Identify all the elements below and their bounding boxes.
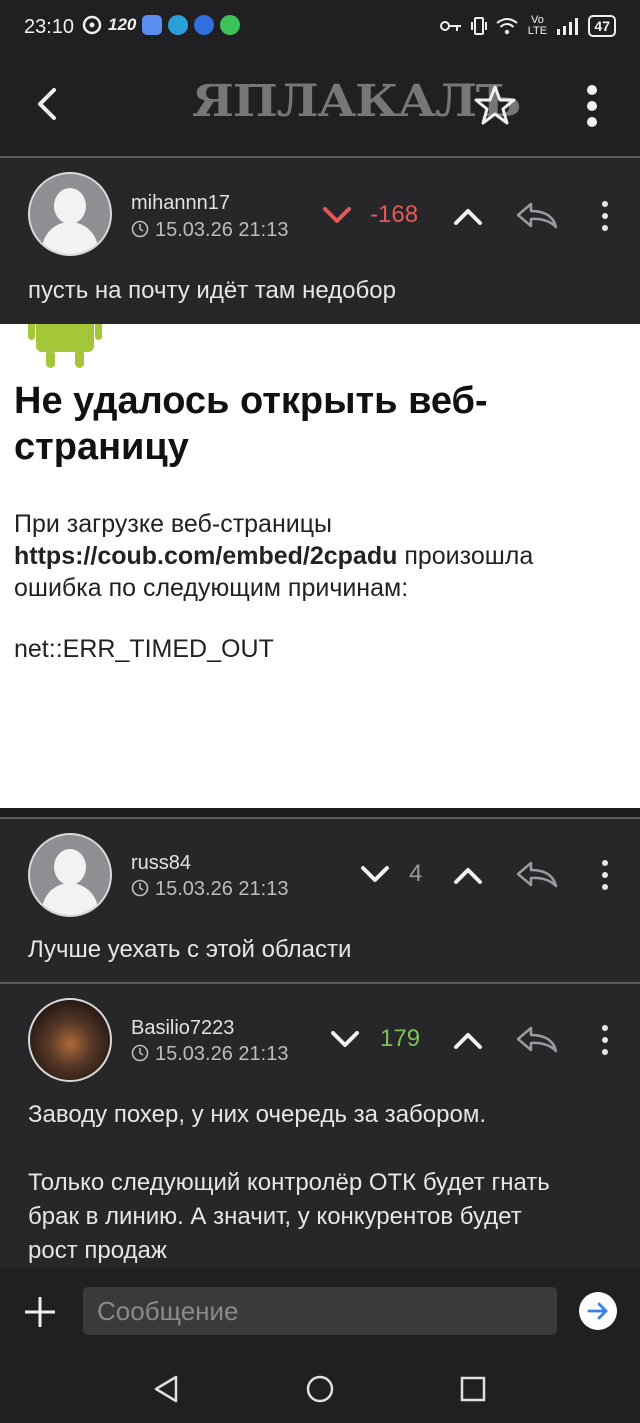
back-arrow-icon[interactable] (30, 84, 66, 124)
comment-timestamp: 15.03.26 21:13 (131, 1043, 288, 1066)
system-nav-bar (0, 1356, 640, 1423)
nav-home-icon[interactable] (305, 1374, 335, 1404)
comment-more-icon[interactable] (596, 1024, 614, 1056)
telegram-app-icon (168, 15, 189, 35)
nav-back-icon[interactable] (152, 1374, 180, 1404)
site-logo[interactable]: ЯПЛАКАЛЪ (192, 76, 521, 127)
more-vertical-icon[interactable] (580, 84, 604, 128)
messenger-app-icon (142, 15, 163, 35)
pinwheel-icon (82, 15, 102, 35)
comment-score: -168 (370, 201, 419, 228)
vote-up-icon[interactable] (453, 1030, 483, 1050)
comment-item: Basilio7223 15.03.26 21:13 179 Заводу по… (0, 984, 640, 1268)
wifi-icon (496, 18, 519, 35)
plus-icon[interactable] (22, 1294, 58, 1330)
avatar[interactable] (28, 833, 112, 917)
nav-recents-icon[interactable] (459, 1374, 487, 1404)
clock-icon (131, 220, 149, 238)
signal-icon (557, 18, 579, 35)
comment-more-icon[interactable] (596, 859, 614, 891)
app-toolbar: ЯПЛАКАЛЪ (0, 56, 640, 156)
error-url[interactable]: https://coub.com/embed/2cpadu (14, 542, 397, 570)
vibrate-icon (471, 17, 488, 35)
whatsapp-app-icon (220, 15, 241, 35)
status-right-icons: Vo LTE 47 (440, 15, 616, 37)
refresh-rate: 120 (108, 15, 137, 34)
message-input[interactable] (83, 1287, 557, 1335)
comment-score: 4 (409, 860, 423, 887)
send-button[interactable] (579, 1292, 617, 1330)
network-type: Vo LTE (527, 14, 548, 37)
message-composer (0, 1268, 640, 1356)
error-message: При загрузке веб-страницы https://coub.c… (14, 510, 534, 602)
comment-score: 179 (380, 1025, 421, 1052)
reply-icon[interactable] (515, 1024, 559, 1054)
android-icon (28, 324, 102, 368)
comment-text: Заводу похер, у них очередь за забором. … (28, 1101, 550, 1264)
embedded-webview: Не удалось открыть веб- страницу При заг… (0, 324, 640, 808)
comment-item: russ84 15.03.26 21:13 4 Лучше уехать с э… (0, 819, 640, 982)
bank-app-icon (194, 15, 215, 35)
key-icon (440, 21, 462, 31)
vote-down-icon[interactable] (322, 206, 352, 226)
clock-icon (131, 1044, 149, 1062)
vote-up-icon[interactable] (453, 865, 483, 885)
comment-username[interactable]: russ84 (131, 852, 191, 875)
avatar[interactable] (28, 172, 112, 256)
send-arrow-icon (587, 1302, 608, 1320)
comment-timestamp: 15.03.26 21:13 (131, 219, 288, 242)
comment-item: mihannn17 15.03.26 21:13 -168 пусть на п… (0, 158, 640, 324)
vote-down-icon[interactable] (330, 1030, 360, 1050)
status-bar: 23:10 120 Vo LTE 47 (0, 0, 640, 56)
vote-down-icon[interactable] (360, 865, 390, 885)
clock-icon (131, 879, 149, 897)
reply-icon[interactable] (515, 200, 559, 230)
comment-text: Лучше уехать с этой области (28, 936, 352, 963)
battery-indicator: 47 (588, 15, 616, 37)
star-icon[interactable] (474, 84, 516, 126)
vote-up-icon[interactable] (453, 206, 483, 226)
comment-more-icon[interactable] (596, 200, 614, 232)
comment-timestamp: 15.03.26 21:13 (131, 878, 288, 901)
avatar[interactable] (28, 998, 112, 1082)
reply-icon[interactable] (515, 859, 559, 889)
comment-username[interactable]: mihannn17 (131, 192, 230, 215)
error-title: Не удалось открыть веб- страницу (14, 380, 488, 468)
status-time: 23:10 (24, 16, 75, 38)
status-left-icons: 120 (82, 15, 241, 35)
comment-text: пусть на почту идёт там недобор (28, 277, 396, 304)
comment-username[interactable]: Basilio7223 (131, 1017, 234, 1040)
error-code: net::ERR_TIMED_OUT (14, 635, 274, 663)
